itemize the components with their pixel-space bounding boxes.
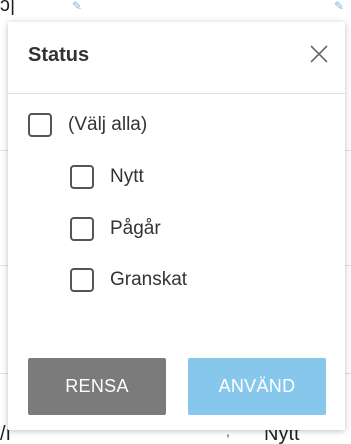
close-icon bbox=[310, 45, 328, 63]
apply-button[interactable]: ANVÄND bbox=[188, 358, 326, 415]
option-pagar[interactable]: Pågår bbox=[70, 217, 161, 241]
table-header-strip: ɔ| ✎ ✎ bbox=[0, 0, 351, 22]
checkbox[interactable] bbox=[28, 113, 52, 137]
option-label: Nytt bbox=[110, 166, 144, 187]
option-granskat[interactable]: Granskat bbox=[70, 268, 187, 292]
checkbox[interactable] bbox=[70, 165, 94, 189]
clear-button[interactable]: RENSA bbox=[28, 358, 166, 415]
close-button[interactable] bbox=[307, 42, 331, 66]
option-label: (Välj alla) bbox=[68, 114, 148, 135]
pencil-icon[interactable]: ✎ bbox=[72, 0, 86, 12]
option-label: Pågår bbox=[110, 218, 161, 239]
popup-title: Status bbox=[28, 44, 90, 66]
checkbox[interactable] bbox=[70, 268, 94, 292]
option-label: Granskat bbox=[110, 269, 188, 290]
checkbox[interactable] bbox=[70, 217, 94, 241]
pencil-icon[interactable]: ✎ bbox=[334, 0, 348, 12]
table-cell-fragment-top: ɔ| bbox=[0, 0, 16, 16]
popup-header: Status bbox=[8, 22, 345, 94]
option-select-all[interactable]: (Välj alla) bbox=[28, 113, 147, 137]
status-filter-popup: Status (Välj alla) Nytt Pågår Granskat R… bbox=[8, 22, 345, 430]
option-nytt[interactable]: Nytt bbox=[70, 165, 144, 189]
